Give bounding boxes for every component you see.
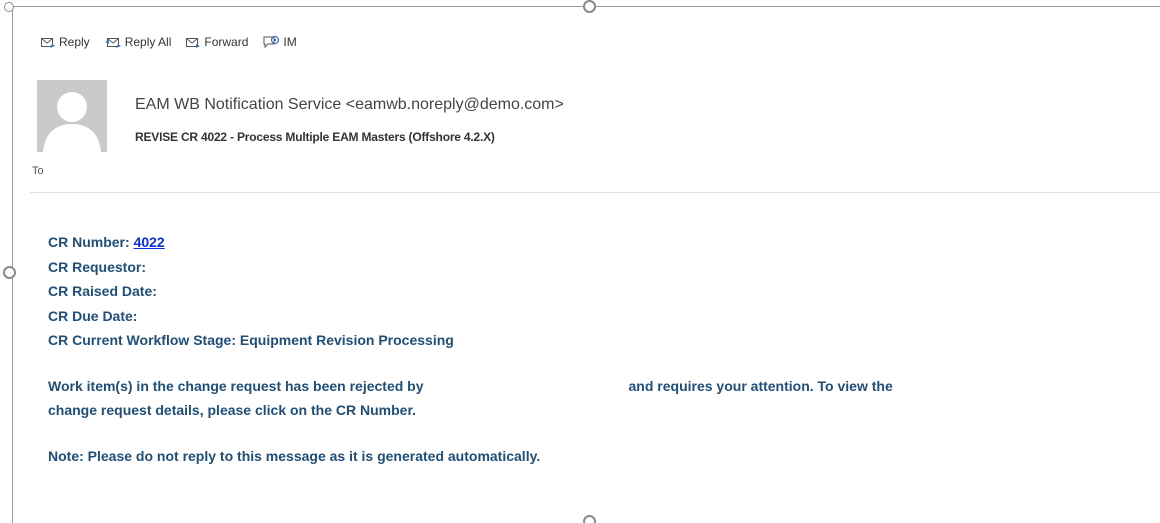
cr-stage-value: Equipment Revision Processing xyxy=(239,332,454,348)
rejection-text-part2: and requires your attention. To view the xyxy=(628,378,893,394)
cr-raised-date-line: CR Raised Date: xyxy=(48,283,157,299)
im-button[interactable]: IM xyxy=(262,35,297,49)
rejection-line-2: change request details, please click on … xyxy=(48,402,416,418)
reply-all-icon xyxy=(104,35,122,49)
cr-stage-label: CR Current Workflow Stage: xyxy=(48,332,240,348)
person-silhouette-icon xyxy=(37,80,107,152)
forward-icon xyxy=(185,35,201,49)
reply-label: Reply xyxy=(59,35,90,49)
header-divider xyxy=(30,192,1160,193)
cr-requestor-line: CR Requestor: xyxy=(48,259,146,275)
cr-due-date-line: CR Due Date: xyxy=(48,308,137,324)
rejection-text-part1: Work item(s) in the change request has b… xyxy=(48,378,424,394)
cr-requestor-label: CR Requestor: xyxy=(48,259,147,275)
forward-label: Forward xyxy=(204,35,249,49)
im-label: IM xyxy=(283,35,297,49)
resize-handle-bottom[interactable] xyxy=(583,515,596,523)
forward-button[interactable]: Forward xyxy=(185,35,248,49)
cr-stage-line: CR Current Workflow Stage: Equipment Rev… xyxy=(48,332,454,348)
resize-handle-left[interactable] xyxy=(3,266,16,279)
cr-number-line: CR Number: 4022 xyxy=(48,234,165,250)
note-text: Note: Please do not reply to this messag… xyxy=(48,448,541,464)
resize-handle-top[interactable] xyxy=(583,0,596,13)
rejection-text-line2: change request details, please click on … xyxy=(48,402,417,418)
sender-avatar xyxy=(37,80,107,152)
email-subject: REVISE CR 4022 - Process Multiple EAM Ma… xyxy=(135,130,495,144)
email-window-frame xyxy=(12,6,1160,523)
to-label: To xyxy=(32,165,44,177)
message-toolbar: Reply Reply All Forward IM xyxy=(40,35,297,49)
sender-name: EAM WB Notification Service <eamwb.norep… xyxy=(135,96,564,113)
reply-all-button[interactable]: Reply All xyxy=(104,35,172,49)
reply-icon xyxy=(40,35,56,49)
cr-number-link[interactable]: 4022 xyxy=(134,234,165,250)
auto-generated-note: Note: Please do not reply to this messag… xyxy=(48,448,540,464)
im-chat-icon xyxy=(262,35,280,49)
reply-button[interactable]: Reply xyxy=(40,35,90,49)
cr-due-date-label: CR Due Date: xyxy=(48,308,138,324)
rejection-line-1: Work item(s) in the change request has b… xyxy=(48,378,893,394)
resize-handle-corner[interactable] xyxy=(4,2,14,12)
cr-raised-date-label: CR Raised Date: xyxy=(48,283,157,299)
reply-all-label: Reply All xyxy=(124,35,172,49)
cr-number-label: CR Number: xyxy=(48,234,134,250)
